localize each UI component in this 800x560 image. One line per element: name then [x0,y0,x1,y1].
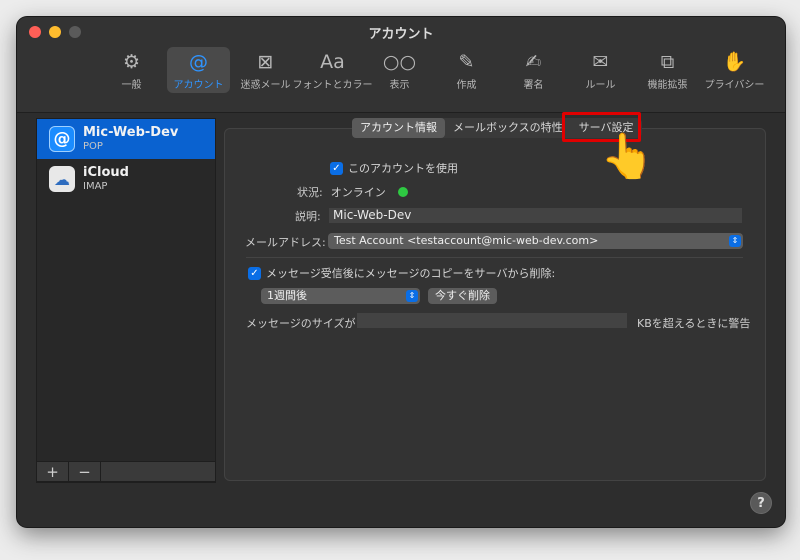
glasses-icon: ○○ [382,51,417,73]
titlebar: アカウント ⚙ 一般 @ アカウント ⊠ 迷惑メール Aa フォントとカラー ○… [17,17,785,113]
at-icon: @ [189,51,208,73]
toolbar-viewing[interactable]: ○○ 表示 [368,47,431,93]
preferences-toolbar: ⚙ 一般 @ アカウント ⊠ 迷惑メール Aa フォントとカラー ○○ 表示 ✎… [100,47,766,93]
email-address-select[interactable]: Test Account <testaccount@mic-web-dev.co… [328,233,743,249]
status-online-indicator [397,187,408,197]
status-label: 状況: [297,186,323,199]
delete-now-button[interactable]: 今すぐ削除 [428,288,497,304]
tab-account-info[interactable]: アカウント情報 [352,118,445,138]
description-row: 説明: [295,208,321,224]
chevron-updown-icon: ⇕ [729,235,741,247]
toolbar-privacy[interactable]: ✋ プライバシー [703,47,766,93]
delete-copy-row: ✓ メッセージ受信後にメッセージのコピーをサーバから削除: [248,265,555,281]
toolbar-label: 表示 [389,80,410,91]
status-value: オンライン [330,186,386,199]
puzzle-icon: ⧉ [660,51,675,73]
toolbar-label: 署名 [523,80,544,91]
email-row: メールアドレス: [245,234,326,250]
email-address-value: Test Account <testaccount@mic-web-dev.co… [334,234,599,247]
account-name: Mic-Web-Dev [83,125,179,140]
add-account-button[interactable]: + [37,462,69,481]
divider [246,257,743,258]
toolbar-extensions[interactable]: ⧉ 機能拡張 [636,47,699,93]
account-name: iCloud [83,165,129,180]
toolbar-general[interactable]: ⚙ 一般 [100,47,163,93]
enable-account-row: ✓ このアカウントを使用 [330,160,458,176]
compose-icon: ✎ [458,51,475,73]
toolbar-label: 一般 [121,80,142,91]
size-label-pre: メッセージのサイズが [246,317,356,330]
size-limit-field[interactable] [357,313,627,328]
toolbar-label: 機能拡張 [647,80,688,91]
size-label-post: KBを超えるときに警告 [637,317,751,330]
toolbar-junk-mail[interactable]: ⊠ 迷惑メール [234,47,297,93]
help-button[interactable]: ? [750,492,772,514]
toolbar-rules[interactable]: ✉ ルール [569,47,632,93]
remove-account-button[interactable]: − [69,462,101,481]
toolbar-signatures[interactable]: ✍ 署名 [502,47,565,93]
account-type: IMAP [83,181,108,192]
size-warning-row: メッセージのサイズが [246,315,355,331]
pointing-hand-icon: 👆 [600,131,655,182]
at-icon: @ [49,126,75,152]
toolbar-label: フォントとカラー [292,80,373,91]
hand-icon: ✋ [722,51,747,73]
window-title: アカウント [368,27,434,42]
accounts-list: @ Mic-Web-Dev POP ☁ iCloud IMAP [36,118,216,483]
font-icon: Aa [320,51,345,73]
enable-account-label: このアカウントを使用 [348,162,458,175]
toolbar-label: プライバシー [704,80,765,91]
delete-period-select[interactable]: 1週間後 ⇕ [261,288,420,304]
tab-mailbox-behaviors[interactable]: メールボックスの特性 [445,118,571,138]
chevron-updown-icon: ⇕ [406,290,418,302]
icloud-icon: ☁ [49,166,75,192]
signature-icon: ✍ [525,51,542,73]
delete-copy-checkbox[interactable]: ✓ [248,266,261,280]
description-field[interactable]: Mic-Web-Dev [329,208,742,223]
toolbar-label: 迷惑メール [240,80,291,91]
email-label: メールアドレス: [245,236,326,249]
rules-mail-icon: ✉ [592,51,609,73]
description-label: 説明: [295,210,321,223]
status-row: 状況: オンライン [297,184,408,200]
account-detail-panel [224,128,766,481]
toolbar-composing[interactable]: ✎ 作成 [435,47,498,93]
account-type: POP [83,141,103,152]
size-label-post-row: KBを超えるときに警告 [637,315,750,331]
toolbar-accounts[interactable]: @ アカウント [167,47,230,93]
account-item-icloud[interactable]: ☁ iCloud IMAP [37,159,215,199]
toolbar-label: アカウント [173,80,224,91]
delete-copy-label: メッセージ受信後にメッセージのコピーをサーバから削除: [266,267,556,280]
junk-mail-icon: ⊠ [257,51,274,73]
toolbar-fonts-colors[interactable]: Aa フォントとカラー [293,47,373,93]
preferences-window: アカウント ⚙ 一般 @ アカウント ⊠ 迷惑メール Aa フォントとカラー ○… [17,17,785,527]
delete-period-value: 1週間後 [267,289,307,302]
toolbar-label: 作成 [456,80,477,91]
gear-icon: ⚙ [122,51,141,73]
account-item-mic-web-dev[interactable]: @ Mic-Web-Dev POP [37,119,215,159]
toolbar-label: ルール [585,80,616,91]
account-list-controls: + − [36,461,216,482]
enable-account-checkbox[interactable]: ✓ [330,161,343,175]
